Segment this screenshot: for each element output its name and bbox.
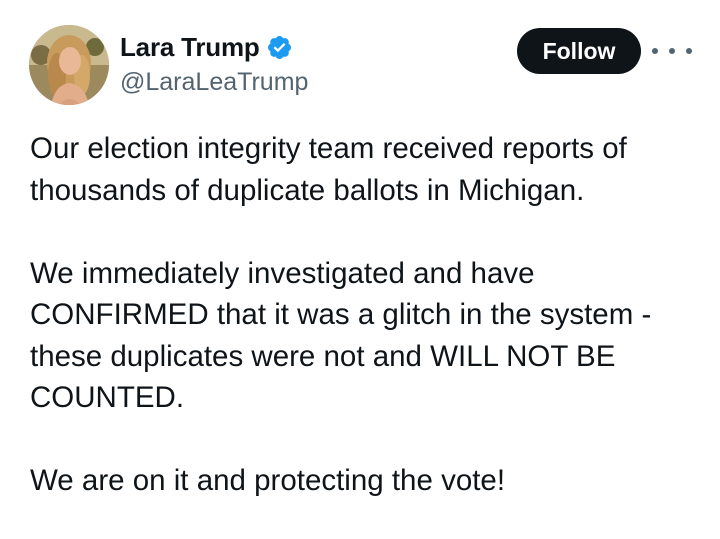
author-name-row: Lara Trump [120, 30, 293, 64]
tweet-card: Lara Trump @LaraLeaTrump Follow Our elec… [0, 0, 720, 539]
dot-icon [686, 48, 692, 54]
author-handle[interactable]: @LaraLeaTrump [120, 68, 308, 97]
tweet-paragraph: Our election integrity team received rep… [30, 132, 627, 207]
follow-button[interactable]: Follow [517, 28, 641, 74]
tweet-paragraph: We are on it and protecting the vote! [30, 464, 506, 497]
tweet-paragraph: We immediately investigated and have CON… [30, 256, 652, 415]
more-options-icon[interactable] [652, 38, 692, 64]
profile-photo-icon [29, 25, 109, 105]
verified-badge-icon [266, 34, 293, 61]
dot-icon [652, 48, 658, 54]
author-display-name[interactable]: Lara Trump [120, 32, 260, 63]
author-avatar[interactable] [29, 25, 109, 105]
dot-icon [669, 48, 675, 54]
tweet-text: Our election integrity team received rep… [30, 128, 710, 502]
